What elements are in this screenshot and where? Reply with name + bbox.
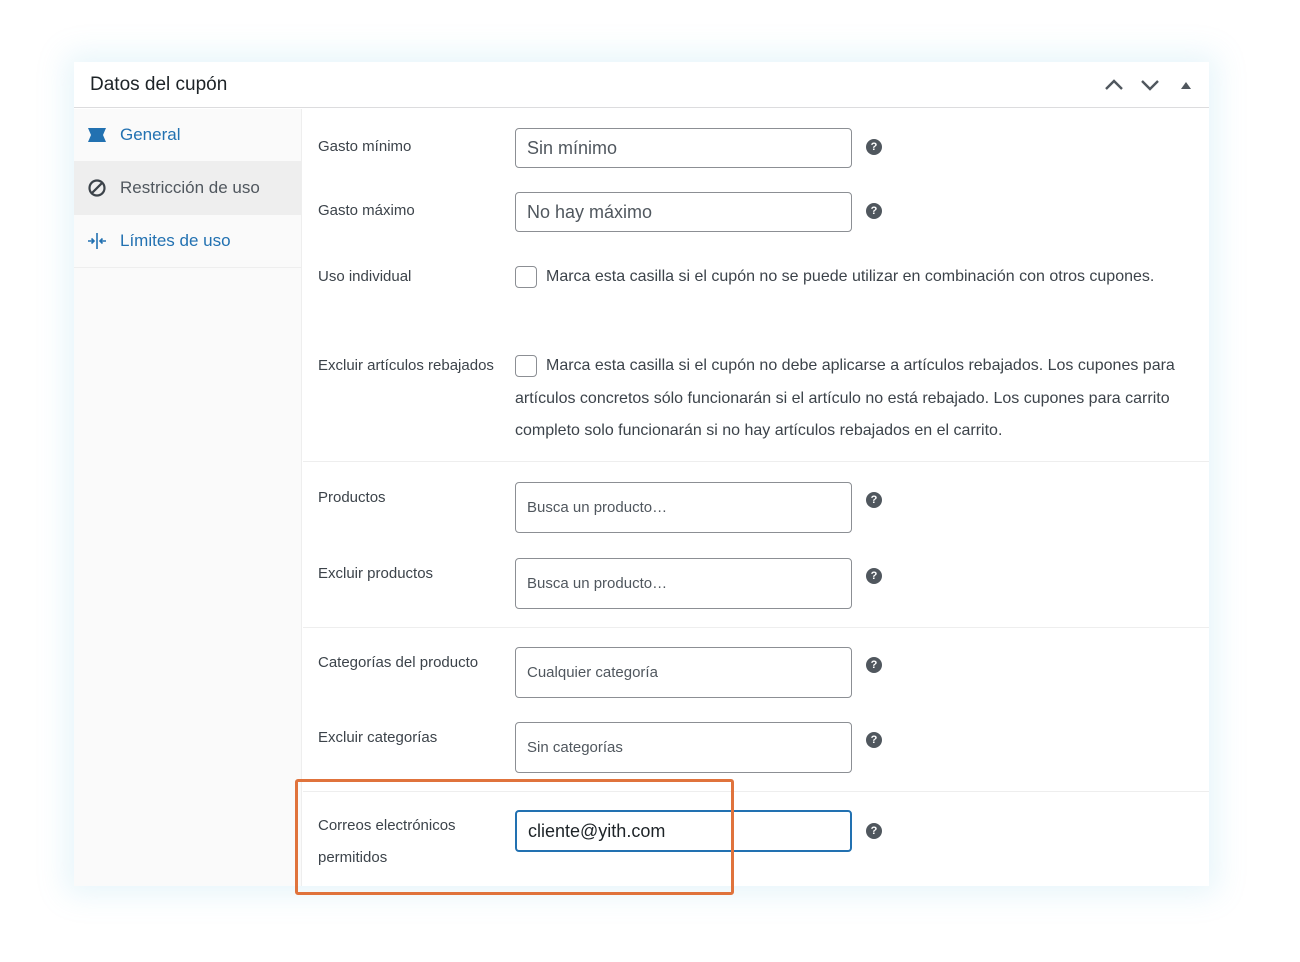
- help-icon[interactable]: ?: [866, 823, 882, 839]
- spend-section: Gasto mínimo Sin mínimo ? Gasto máximo N…: [303, 109, 1209, 462]
- categories-section: Categorías del producto Cualquier catego…: [303, 628, 1209, 792]
- min-spend-label: Gasto mínimo: [318, 138, 412, 155]
- tab-usage-restriction[interactable]: Restricción de uso: [74, 162, 301, 215]
- exclude-sale-description: Marca esta casilla si el cupón no debe a…: [515, 357, 1175, 439]
- individual-use-label: Uso individual: [318, 268, 412, 285]
- ticket-icon: [87, 125, 107, 145]
- categories-select[interactable]: Cualquier categoría: [515, 647, 852, 698]
- tab-usage-limits-label: Límites de uso: [120, 231, 231, 250]
- emails-section: Correos electrónicos permitidos cliente@…: [303, 792, 1209, 887]
- prohibited-icon: [87, 178, 107, 198]
- coupon-data-panel: Datos del cupón General Restricción de u…: [74, 62, 1209, 886]
- tab-usage-restriction-label: Restricción de uso: [120, 178, 260, 197]
- max-spend-label: Gasto máximo: [318, 202, 415, 219]
- allowed-emails-label: Correos electrónicos permitidos: [318, 817, 456, 866]
- panel-header: Datos del cupón: [74, 62, 1209, 108]
- exclude-categories-select[interactable]: Sin categorías: [515, 722, 852, 773]
- min-spend-input[interactable]: Sin mínimo: [515, 128, 852, 168]
- products-section: Productos Busca un producto… ? Excluir p…: [303, 462, 1209, 628]
- help-icon[interactable]: ?: [866, 492, 882, 508]
- limits-icon: [87, 231, 107, 251]
- max-spend-input[interactable]: No hay máximo: [515, 192, 852, 232]
- help-icon[interactable]: ?: [866, 732, 882, 748]
- triangle-up-icon[interactable]: [1175, 74, 1197, 96]
- usage-restriction-content: Gasto mínimo Sin mínimo ? Gasto máximo N…: [303, 109, 1209, 886]
- panel-title: Datos del cupón: [90, 73, 228, 95]
- tab-general-label: General: [120, 125, 181, 144]
- products-search-input[interactable]: Busca un producto…: [515, 482, 852, 533]
- help-icon[interactable]: ?: [866, 203, 882, 219]
- allowed-emails-input[interactable]: cliente@yith.com: [515, 810, 852, 852]
- chevron-down-icon[interactable]: [1139, 74, 1161, 96]
- products-label: Productos: [318, 489, 386, 506]
- exclude-categories-label: Excluir categorías: [318, 729, 438, 746]
- help-icon[interactable]: ?: [866, 657, 882, 673]
- coupon-tabs: General Restricción de uso Límites de us…: [74, 109, 302, 886]
- individual-use-description: Marca esta casilla si el cupón no se pue…: [546, 268, 1155, 285]
- exclude-products-label: Excluir productos: [318, 565, 434, 582]
- help-icon[interactable]: ?: [866, 139, 882, 155]
- exclude-products-search-input[interactable]: Busca un producto…: [515, 558, 852, 609]
- tab-usage-limits[interactable]: Límites de uso: [74, 215, 301, 268]
- tab-general[interactable]: General: [74, 109, 301, 162]
- exclude-sale-label: Excluir artículos rebajados: [318, 357, 494, 374]
- chevron-up-icon[interactable]: [1103, 74, 1125, 96]
- header-controls: [1103, 62, 1197, 108]
- categories-label: Categorías del producto: [318, 654, 479, 671]
- help-icon[interactable]: ?: [866, 568, 882, 584]
